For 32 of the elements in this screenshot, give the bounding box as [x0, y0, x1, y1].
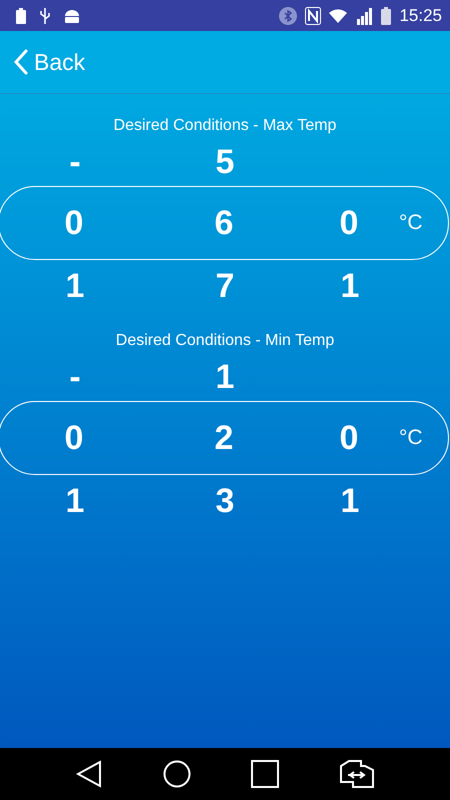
picker-option[interactable]: 1 — [340, 482, 360, 520]
battery-icon — [381, 6, 392, 24]
picker-value[interactable]: 0 — [64, 204, 84, 242]
wifi-icon — [329, 8, 348, 22]
picker-title: Desired Conditions - Min Temp — [114, 331, 336, 351]
clock-time: 15:25 — [399, 6, 442, 26]
picker-option[interactable]: 1 — [66, 266, 84, 306]
picker-option[interactable]: 1 — [340, 266, 360, 306]
nfc-icon — [305, 6, 322, 24]
picker-value[interactable]: 6 — [214, 204, 234, 242]
picker-option[interactable]: - — [69, 358, 81, 396]
unit-label: °C — [399, 426, 423, 450]
unit-label: °C — [399, 211, 423, 235]
back-icon[interactable] — [76, 760, 102, 788]
picker-value[interactable]: 0 — [340, 204, 358, 242]
picker-value[interactable]: 0 — [64, 418, 84, 458]
picker-option[interactable]: 1 — [216, 358, 234, 396]
swap-icon[interactable] — [340, 760, 374, 788]
picker-option[interactable]: 7 — [216, 266, 234, 306]
home-icon[interactable] — [162, 760, 191, 788]
picker-value[interactable]: 2 — [214, 418, 234, 458]
recent-apps-icon[interactable] — [251, 760, 280, 788]
signal-icon — [355, 6, 374, 24]
picker-title: Desired Conditions - Max Temp — [112, 116, 338, 136]
picker-option[interactable]: 3 — [216, 482, 234, 520]
picker-option[interactable]: 5 — [216, 142, 234, 182]
bluetooth-icon — [279, 6, 298, 24]
chevron-left-icon — [14, 49, 28, 75]
back-button[interactable]: Back — [14, 48, 86, 76]
picker-option[interactable]: - — [69, 142, 81, 182]
picker-value[interactable]: 0 — [340, 418, 358, 458]
picker-option[interactable]: 1 — [66, 482, 84, 520]
